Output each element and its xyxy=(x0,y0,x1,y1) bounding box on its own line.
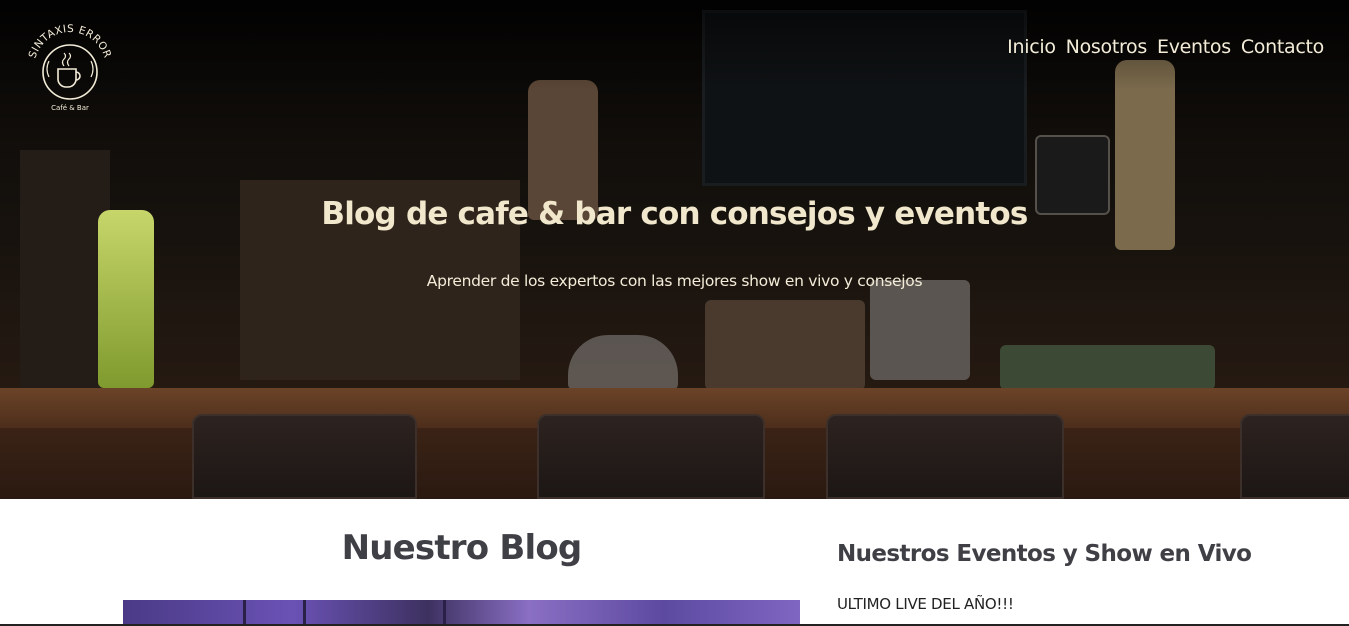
blog-post-image[interactable] xyxy=(123,600,800,626)
hero-background-image xyxy=(0,0,1349,499)
brand-tagline: Café & Bar xyxy=(51,104,89,112)
nav-item-eventos[interactable]: Eventos xyxy=(1157,36,1231,58)
machine xyxy=(705,300,865,390)
coffee-cup-icon: SINTAXIS ERROR Café & Bar xyxy=(27,23,113,112)
nav-item-inicio[interactable]: Inicio xyxy=(1007,36,1056,58)
events-section-title: Nuestros Eventos y Show en Vivo xyxy=(837,541,1252,567)
nav-item-contacto[interactable]: Contacto xyxy=(1241,36,1324,58)
image-detail xyxy=(443,600,446,626)
main-nav: Inicio Nosotros Eventos Contacto xyxy=(1007,36,1324,58)
hero-banner: SINTAXIS ERROR Café & Bar Inicio Nosotro… xyxy=(0,0,1349,499)
brand-logo[interactable]: SINTAXIS ERROR Café & Bar xyxy=(24,22,116,114)
hero-subtitle: Aprender de los expertos con las mejores… xyxy=(426,272,923,290)
stool xyxy=(1240,414,1349,499)
event-item-title[interactable]: ULTIMO LIVE DEL AÑO!!! xyxy=(837,595,1014,613)
bottle xyxy=(98,210,154,388)
sign xyxy=(1000,345,1215,390)
shelf xyxy=(20,150,110,390)
stool xyxy=(192,414,417,499)
hero-title: Blog de cafe & bar con consejos y evento… xyxy=(321,196,1028,232)
image-detail xyxy=(303,600,306,626)
stool xyxy=(537,414,765,499)
glass-dome xyxy=(568,335,678,390)
machine xyxy=(870,280,970,380)
image-detail xyxy=(243,600,246,626)
nav-item-nosotros[interactable]: Nosotros xyxy=(1066,36,1148,58)
stool xyxy=(826,414,1064,499)
blog-section-title: Nuestro Blog xyxy=(341,528,583,568)
